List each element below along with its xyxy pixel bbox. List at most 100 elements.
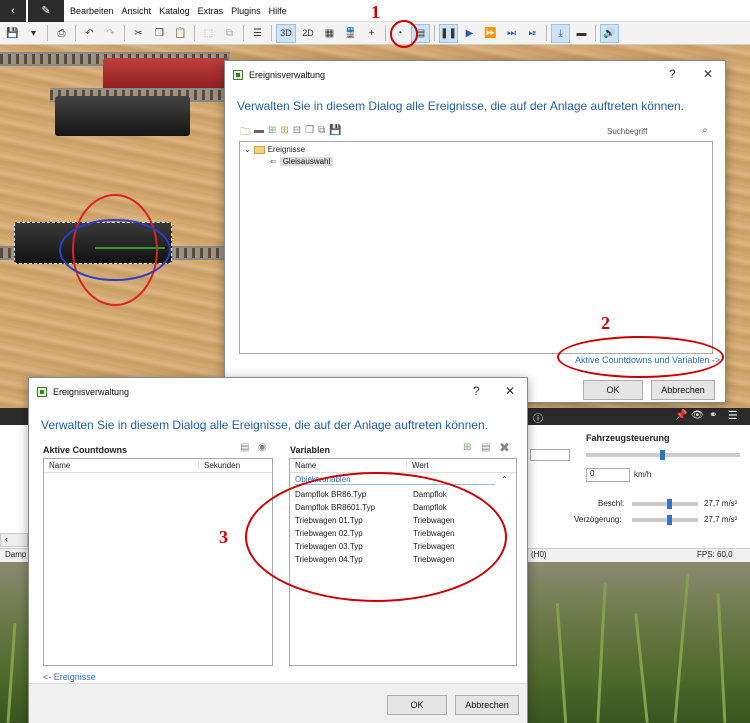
status-fps: FPS: 60,0: [697, 550, 733, 559]
col-name[interactable]: Name: [44, 461, 199, 470]
save-icon[interactable]: 💾: [329, 125, 341, 142]
accel-label: Beschl:: [598, 499, 625, 508]
variables-header: Name Wert: [290, 459, 516, 473]
download-icon[interactable]: ⤓: [551, 23, 570, 43]
add-folder-icon[interactable]: 🗀: [240, 125, 250, 142]
speed-unit: km/h: [634, 470, 652, 479]
track-icon[interactable]: ▬: [572, 24, 591, 43]
cancel-button[interactable]: Abbrechen: [651, 380, 715, 400]
ok-button[interactable]: OK: [583, 380, 643, 400]
train-icon[interactable]: 🚆: [341, 24, 360, 43]
link-icon[interactable]: ⚭: [709, 410, 717, 421]
collapse-icon[interactable]: ⌃: [501, 475, 508, 484]
back-icon[interactable]: ‹: [0, 0, 26, 22]
annotation-ellipse-3: [245, 472, 507, 602]
dialog-title: Ereignisverwaltung: [53, 387, 130, 397]
play-icon[interactable]: ▶: [460, 24, 479, 43]
countdowns-title: Aktive Countdowns: [43, 445, 128, 455]
menu-plugins[interactable]: Plugins: [227, 6, 265, 16]
tree-item[interactable]: ⌄ Ereignisse: [240, 142, 712, 155]
speed-slider[interactable]: [586, 450, 740, 460]
view-2d-button[interactable]: 2D: [298, 24, 318, 43]
help-button[interactable]: ?: [669, 67, 676, 81]
undo-icon[interactable]: ↶: [80, 24, 99, 43]
menu-hilfe[interactable]: Hilfe: [265, 6, 291, 16]
dialog-titlebar: Ereignisverwaltung ? ✕: [225, 61, 725, 89]
redo-icon[interactable]: ↷: [101, 24, 120, 43]
back-to-events-link[interactable]: <- Ereignisse: [43, 672, 96, 682]
tree-item[interactable]: ⇐ Gleisauswahl: [240, 155, 712, 168]
col-name[interactable]: Name: [290, 461, 407, 470]
menu-ansicht[interactable]: Ansicht: [118, 6, 156, 16]
add-action-icon[interactable]: ⊞: [280, 125, 288, 142]
delete-variable-icon[interactable]: ✖: [499, 440, 510, 456]
decel-value: 27,7 m/s²: [704, 515, 738, 524]
pin-icon[interactable]: 📌: [675, 410, 687, 421]
annotation-3: 3: [219, 527, 228, 547]
paste-icon[interactable]: ⧉: [318, 125, 325, 142]
copy-icon[interactable]: ❐: [305, 125, 314, 142]
grid-icon[interactable]: ▦: [320, 24, 339, 43]
select-icon[interactable]: ⬚: [199, 24, 218, 43]
info-icon[interactable]: ⓘ: [533, 410, 543, 425]
delete-icon[interactable]: ⊟: [293, 125, 301, 142]
vehicle-control-title: Fahrzeugsteuerung: [586, 433, 670, 443]
close-button[interactable]: ✕: [703, 67, 713, 81]
group-icon[interactable]: ⧉: [220, 24, 239, 43]
train-steam-locomotive[interactable]: [55, 96, 190, 136]
paste-icon[interactable]: 📋: [171, 24, 190, 43]
menu-bearbeiten[interactable]: Bearbeiten: [66, 6, 118, 16]
help-button[interactable]: ?: [473, 384, 480, 398]
col-seconds[interactable]: Sekunden: [199, 461, 240, 470]
plus-icon[interactable]: +: [362, 24, 381, 43]
eye-icon[interactable]: 👁: [691, 410, 704, 421]
cancel-button[interactable]: Abbrechen: [455, 695, 519, 715]
menu-katalog[interactable]: Katalog: [155, 6, 194, 16]
name-field[interactable]: [530, 449, 570, 461]
scroll-left-icon[interactable]: ‹: [0, 533, 28, 547]
dialog-titlebar: Ereignisverwaltung ? ✕: [29, 378, 527, 406]
edit-icon[interactable]: ▤: [240, 442, 249, 453]
chevron-down-icon[interactable]: ▾: [24, 24, 43, 43]
comment-icon[interactable]: ▬: [254, 125, 264, 142]
countdowns-header: Name Sekunden: [44, 459, 272, 473]
menu-icon[interactable]: ☰: [728, 409, 738, 422]
accel-slider[interactable]: [632, 499, 698, 509]
timer-icon[interactable]: ◉: [258, 442, 267, 453]
copy-icon[interactable]: ❐: [150, 24, 169, 43]
app-icon: [233, 70, 243, 80]
edit-variable-icon[interactable]: ▤: [481, 442, 490, 453]
folder-icon: [253, 145, 265, 154]
gizmo-icon[interactable]: [55, 190, 175, 310]
faster-forward-icon[interactable]: ⏭: [502, 24, 521, 43]
train-red-car[interactable]: [103, 58, 229, 92]
decel-slider[interactable]: [632, 515, 698, 525]
countdowns-list[interactable]: Name Sekunden: [43, 458, 273, 666]
edit-icon[interactable]: ✎: [28, 0, 64, 22]
pause-icon[interactable]: ❚❚: [439, 23, 458, 43]
ok-button[interactable]: OK: [387, 695, 447, 715]
sound-icon[interactable]: 🔊: [600, 23, 619, 43]
annotation-ellipse-1: [390, 20, 418, 48]
step-icon[interactable]: ⏯: [523, 24, 542, 43]
event-tree[interactable]: ⌄ Ereignisse ⇐ Gleisauswahl: [239, 141, 713, 354]
cut-icon[interactable]: ✂: [129, 24, 148, 43]
add-event-icon[interactable]: ⊞: [268, 125, 276, 142]
search-input[interactable]: Suchbegriff: [607, 127, 647, 136]
status-left: Damp: [5, 550, 27, 559]
speed-field[interactable]: 0: [586, 468, 630, 482]
tree-root-label: Ereignisse: [267, 145, 306, 154]
dialog-headline: Verwalten Sie in diesem Dialog alle Erei…: [237, 99, 684, 113]
menu-extras[interactable]: Extras: [194, 6, 228, 16]
add-variable-icon[interactable]: ⊞: [463, 442, 471, 453]
close-button[interactable]: ✕: [505, 384, 515, 398]
print-icon[interactable]: ⎙: [52, 24, 71, 43]
chevron-down-icon[interactable]: ⌄: [244, 145, 251, 154]
col-value[interactable]: Wert: [407, 461, 429, 470]
save-icon[interactable]: 💾: [3, 24, 22, 43]
status-scale: (H0): [531, 550, 547, 559]
view-3d-button[interactable]: 3D: [276, 23, 296, 43]
layers-icon[interactable]: ☰: [248, 24, 267, 43]
search-icon[interactable]: ⌕: [702, 125, 708, 136]
fast-forward-icon[interactable]: ⏩: [481, 24, 500, 43]
